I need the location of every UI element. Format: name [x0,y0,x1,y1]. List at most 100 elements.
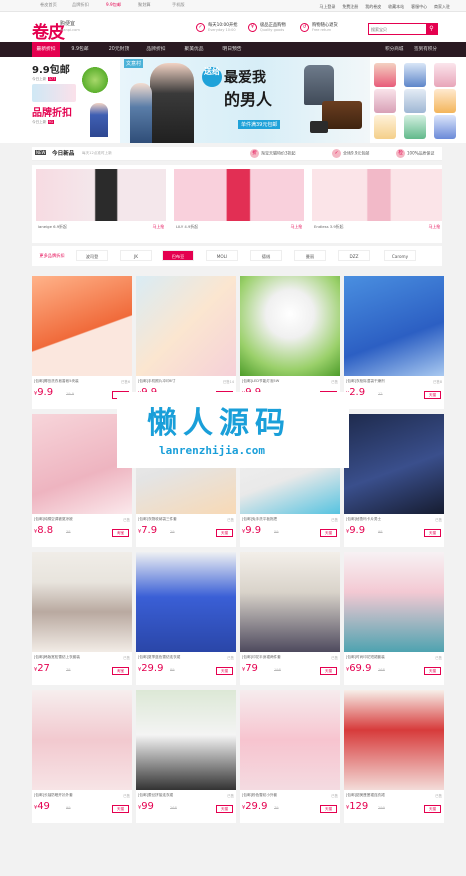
buy-button[interactable]: 天猫 [320,529,337,537]
product-image[interactable] [32,552,132,652]
brand-logo[interactable]: 波司登 [76,250,108,261]
product-image[interactable] [136,552,236,652]
product-title[interactable]: [包邮]韩版宽松雪纺上衣套装 [34,655,104,660]
topbar-link-home[interactable]: 卷皮首页 [40,2,57,8]
product-card[interactable]: [包邮]韩版宽松雪纺上衣套装 已售 ¥27 78 淘宝 [32,552,132,685]
product-title[interactable]: [包邮]印花半身裙两件套 [242,655,312,660]
topbar-link-mobile[interactable]: 手机版 [172,2,185,8]
topbar-link-brand[interactable]: 品牌折扣 [72,2,89,8]
buy-button[interactable]: 天猫 [424,529,441,537]
tile-image[interactable] [404,63,426,87]
more-brands-link[interactable]: 更多品牌折扣 [36,250,68,261]
product-title[interactable]: [包邮]粉色雪纺小外套 [242,793,312,798]
product-title[interactable]: [包邮]秘鲁玛卡片男士 [346,517,416,522]
brand-card[interactable]: Endless 3.9折起 马上抢 [312,169,442,229]
promo-brand-title[interactable]: 品牌折扣 [32,104,80,119]
product-card[interactable]: [包邮]衣柜除湿袋干燥剂已售8¥2.912天猫 [344,276,444,409]
product-card[interactable]: [包邮]手机照片冲印6寸已售14¥9.929.0天猫 [136,276,236,409]
product-title[interactable]: [包邮]LED节能灯泡5W [242,379,312,384]
search-input[interactable] [371,25,425,34]
buy-button[interactable]: 天猫 [424,805,441,813]
buy-button[interactable]: 天猫 [216,805,233,813]
product-image[interactable] [240,690,340,790]
product-card[interactable]: [包邮]粉色雪纺小外套 已售 ¥29.9 79 天猫 [240,690,340,823]
product-image[interactable] [240,276,340,376]
tile-image[interactable] [374,63,396,87]
product-title[interactable]: [包邮]衣柜除湿袋干燥剂 [346,379,416,384]
buy-button[interactable]: 淘宝 [112,529,129,537]
nav-item-latest[interactable]: 最新折扣 [32,42,60,57]
product-card[interactable]: [包邮]甜美蓬蓬裙连衣裙 已售 ¥129 299 天猫 [344,690,444,823]
brand-card-go[interactable]: 马上抢 [153,224,164,230]
tile-image[interactable] [434,89,456,113]
hero-slide[interactable]: 送给 最爱我 的男人 单件满39元包邮 文意村 [120,57,370,143]
product-title[interactable]: [包邮]时尚印花短裙套装 [346,655,416,660]
favorite-link[interactable]: 收藏本站 [388,4,404,9]
product-title[interactable]: [包邮]衣物收纳袋三件套 [138,517,208,522]
product-image[interactable] [136,276,236,376]
brand-card[interactable]: LILY 4.9折起 马上抢 [174,169,304,229]
buy-button[interactable]: 天猫 [216,667,233,675]
nav-item-99[interactable]: 9.9包邮 [66,42,94,57]
tile-image[interactable] [404,115,426,139]
nav-item-jumei[interactable]: 聚美优品 [180,42,208,57]
buy-button[interactable]: 天猫 [424,391,441,399]
brand-logo[interactable]: JK [120,250,152,261]
topbar-link-juhuasuan[interactable]: 聚划算 [138,2,151,8]
product-card[interactable]: [包邮]蕾丝拼接连衣裙 已售 ¥99 268 天猫 [136,690,236,823]
nav-checkin[interactable]: 签到有积分 [414,42,437,57]
product-image[interactable] [344,552,444,652]
product-title[interactable]: [包邮]夏季蓝色雪纺连衣裙 [138,655,208,660]
nav-item-tomorrow[interactable]: 明日预告 [216,42,248,57]
product-card[interactable]: [包邮]秘鲁玛卡片男士 已售 ¥9.9 98 天猫 [344,414,444,547]
brand-card-go[interactable]: 马上抢 [291,224,302,230]
product-image[interactable] [344,414,444,514]
buy-button[interactable]: 天猫 [216,529,233,537]
brand-logo[interactable]: MOLI [206,250,238,261]
product-image[interactable] [344,276,444,376]
product-image[interactable] [32,276,132,376]
brand-logo[interactable]: 巴布豆 [162,250,194,261]
buy-button[interactable]: 天猫 [320,805,337,813]
product-title[interactable]: [包邮]免手洗平板拖把 [242,517,312,522]
product-card[interactable]: [包邮]长袖防晒开衫外套 已售 ¥49 99 天猫 [32,690,132,823]
product-card[interactable]: [包邮]椰岛洗衣皂香皂5块装已售6¥9.919.9天猫 [32,276,132,409]
product-image[interactable] [32,690,132,790]
promo-99-title[interactable]: 9.9包邮 [32,61,80,76]
brand-logo[interactable]: 曼丽 [294,250,326,261]
tile-image[interactable] [434,63,456,87]
nav-item-20[interactable]: 20元封顶 [104,42,134,57]
my-account-link[interactable]: 我的卷皮 [365,4,381,9]
tile-image[interactable] [434,115,456,139]
product-title[interactable]: [包邮]蕾丝拼接连衣裙 [138,793,208,798]
product-image[interactable] [344,690,444,790]
merchant-link[interactable]: 商家入驻 [434,4,450,9]
tile-image[interactable] [404,89,426,113]
brand-card-go[interactable]: 马上抢 [429,224,440,230]
product-title[interactable]: [包邮]长袖防晒开衫外套 [34,793,104,798]
brand-card[interactable]: laneige 6.9折起 马上抢 [36,169,166,229]
product-title[interactable]: [包邮]纯棉空调被夏凉被 [34,517,104,522]
service-link[interactable]: 客服中心 [411,4,427,9]
tile-image[interactable] [374,89,396,113]
brand-logo[interactable]: 德绒 [250,250,282,261]
product-card[interactable]: [包邮]印花半身裙两件套 已售 ¥79 198 天猫 [240,552,340,685]
buy-button[interactable]: 天猫 [112,805,129,813]
product-card[interactable]: [包邮]LED节能灯泡5W已售¥9.939天猫 [240,276,340,409]
nav-points-mall[interactable]: 积分商城 [385,42,403,57]
login-link[interactable]: 马上登录 [319,4,335,9]
product-card[interactable]: [包邮]时尚印花短裙套装 已售 ¥69.9 168 天猫 [344,552,444,685]
product-card[interactable]: [包邮]夏季蓝色雪纺连衣裙 已售 ¥29.9 89 天猫 [136,552,236,685]
buy-button[interactable]: 天猫 [320,667,337,675]
brand-logo[interactable]: DZZ [338,250,370,261]
buy-button[interactable]: 天猫 [424,667,441,675]
brand-logo[interactable]: Caromy [384,250,416,261]
product-image[interactable] [136,690,236,790]
product-title[interactable]: [包邮]甜美蓬蓬裙连衣裙 [346,793,416,798]
product-image[interactable] [240,552,340,652]
product-title[interactable]: [包邮]手机照片冲印6寸 [138,379,208,384]
search-icon[interactable]: ⚲ [426,24,437,34]
tile-image[interactable] [374,115,396,139]
topbar-link-99[interactable]: 9.9包邮 [106,2,121,8]
register-link[interactable]: 免费注册 [342,4,358,9]
